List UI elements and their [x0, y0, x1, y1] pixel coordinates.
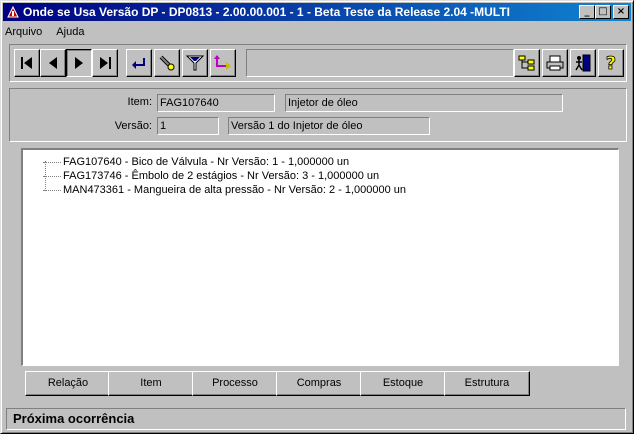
- tree-item-label: FAG173746 - Êmbolo de 2 estágios - Nr Ve…: [63, 170, 380, 182]
- tree-structure-icon: [518, 55, 535, 71]
- minimize-button[interactable]: _: [579, 5, 595, 19]
- tree-item[interactable]: MAN473361 - Mangueira de alta pressão - …: [43, 183, 407, 197]
- search-flashlight-icon: [159, 55, 175, 71]
- item-code-field[interactable]: FAG107640: [157, 94, 275, 112]
- item-description-field: Injetor de óleo: [285, 94, 563, 112]
- tree-connector: [43, 176, 61, 177]
- main-window: Onde se Usa Versão DP - DP0813 - 2.00.00…: [0, 0, 634, 434]
- previous-record-icon: [49, 57, 57, 69]
- export-arrow-icon: [214, 55, 231, 70]
- version-description-field: Versão 1 do Injetor de óleo: [228, 117, 430, 135]
- tree-item[interactable]: FAG107640 - Bico de Válvula - Nr Versão:…: [43, 155, 350, 169]
- filter-button[interactable]: [182, 49, 208, 77]
- previous-record-button[interactable]: [40, 49, 66, 77]
- exit-button[interactable]: [570, 49, 596, 77]
- tree-item-label: MAN473361 - Mangueira de alta pressão - …: [63, 184, 407, 196]
- print-button[interactable]: [542, 49, 568, 77]
- selection-panel: Item: FAG107640 Injetor de óleo Versão: …: [9, 88, 627, 142]
- tree-connector: [43, 190, 61, 191]
- next-record-icon: [75, 57, 83, 69]
- first-record-icon: [21, 57, 32, 69]
- next-record-button[interactable]: [66, 49, 92, 77]
- menu-bar: Arquivo Ajuda: [5, 23, 84, 41]
- item-button[interactable]: Item: [108, 371, 194, 396]
- last-record-icon: [100, 57, 111, 69]
- where-used-tree[interactable]: FAG107640 - Bico de Válvula - Nr Versão:…: [21, 148, 619, 366]
- first-record-button[interactable]: [14, 49, 40, 77]
- estrutura-button[interactable]: Estrutura: [444, 371, 530, 396]
- return-icon: [132, 58, 145, 69]
- close-button[interactable]: ×: [613, 5, 629, 19]
- maximize-button[interactable]: □: [595, 5, 611, 19]
- last-record-button[interactable]: [92, 49, 118, 77]
- export-button[interactable]: [210, 49, 236, 77]
- filter-icon: [186, 55, 204, 71]
- toolbar: ?: [9, 44, 627, 82]
- estoque-button[interactable]: Estoque: [360, 371, 446, 396]
- menu-ajuda[interactable]: Ajuda: [56, 23, 84, 41]
- status-bar: Próxima ocorrência: [6, 408, 626, 430]
- tree-item[interactable]: FAG173746 - Êmbolo de 2 estágios - Nr Ve…: [43, 169, 380, 183]
- tree-connector: [43, 162, 61, 163]
- compras-button[interactable]: Compras: [276, 371, 362, 396]
- tree-structure-button[interactable]: [514, 49, 540, 77]
- svg-text:?: ?: [606, 53, 616, 73]
- return-button[interactable]: [126, 49, 152, 77]
- title-bar[interactable]: Onde se Usa Versão DP - DP0813 - 2.00.00…: [3, 3, 631, 21]
- item-label: Item:: [127, 96, 152, 108]
- print-icon: [546, 55, 564, 71]
- tree-item-label: FAG107640 - Bico de Válvula - Nr Versão:…: [63, 156, 350, 168]
- search-button[interactable]: [154, 49, 180, 77]
- relacao-button[interactable]: Relação: [25, 371, 111, 396]
- processo-button[interactable]: Processo: [192, 371, 278, 396]
- exit-door-icon: [575, 54, 591, 72]
- toolbar-spacer: [246, 49, 514, 77]
- app-icon: [6, 5, 20, 19]
- menu-arquivo[interactable]: Arquivo: [5, 23, 42, 41]
- version-label: Versão:: [114, 120, 152, 132]
- window-title: Onde se Usa Versão DP - DP0813 - 2.00.00…: [23, 5, 510, 19]
- help-icon: ?: [605, 53, 616, 73]
- version-number-field[interactable]: 1: [157, 117, 219, 135]
- help-button[interactable]: ?: [598, 49, 624, 77]
